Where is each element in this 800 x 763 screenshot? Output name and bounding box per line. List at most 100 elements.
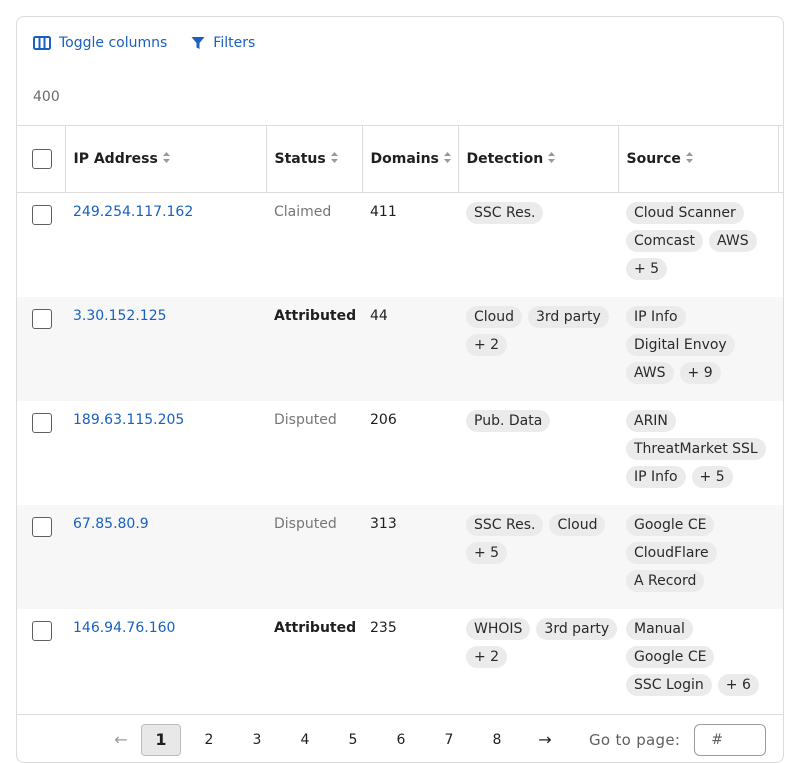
row-select-cell [17,297,65,401]
column-header-ip-label: IP Address [73,151,158,167]
domains-count: 44 [370,307,388,324]
toggle-columns-label: Toggle columns [59,35,168,51]
page-button-2[interactable]: 2 [189,724,229,756]
toggle-columns-button[interactable]: Toggle columns [33,35,167,51]
go-to-page-label: Go to page: [589,730,681,749]
table-scroll-area[interactable]: IP Address Status Domains Detection Sour… [17,125,783,713]
detection-cell: WHOIS 3rd party + 2 [458,609,618,713]
overflow-cell [778,505,783,609]
arrow-left-icon: ← [114,730,128,749]
page-button-1[interactable]: 1 [141,723,181,756]
ip-cell: 249.254.117.162 [65,193,266,297]
sort-icon[interactable] [330,151,338,167]
ip-address-link[interactable]: 189.63.115.205 [73,412,184,428]
domains-cell: 44 [362,297,458,401]
sort-icon[interactable] [548,151,556,167]
column-header-status[interactable]: Status [266,125,363,193]
filters-button[interactable]: Filters [191,35,255,51]
ip-address-link[interactable]: 249.254.117.162 [73,204,193,220]
page-button-7[interactable]: 7 [429,724,469,756]
detection-tags: Pub. Data [466,409,618,432]
domains-cell: 411 [362,193,458,297]
table-row[interactable]: 146.94.76.160 Attributed 235 WHOIS 3rd party… [17,609,783,713]
ip-cell: 146.94.76.160 [65,609,266,713]
previous-page-button[interactable]: ← [101,724,141,756]
status-text: Attributed [274,307,357,324]
domains-cell: 206 [362,401,458,505]
sort-icon[interactable] [685,151,693,167]
detection-tag: Pub. Data [466,409,551,432]
column-header-source-label: Source [626,151,681,167]
page-button-6[interactable]: 6 [381,724,421,756]
ip-address-link[interactable]: 3.30.152.125 [73,308,167,324]
domains-count: 206 [370,411,397,428]
status-cell: Attributed [266,609,362,713]
detection-tag: WHOIS [466,617,531,640]
page-button-4[interactable]: 4 [285,724,325,756]
domains-cell: 313 [362,505,458,609]
overflow-cell [778,401,783,505]
ip-address-link[interactable]: 67.85.80.9 [73,516,149,532]
status-text: Claimed [274,204,332,220]
status-cell: Disputed [266,505,362,609]
table-row[interactable]: 67.85.80.9 Disputed 313 SSC Res. Cloud + 5 Goo… [17,504,783,609]
source-tag: Manual [626,617,693,640]
filter-icon [191,36,205,50]
page-button-3[interactable]: 3 [237,724,277,756]
row-select-cell [17,401,65,505]
go-to-page-input[interactable] [694,723,767,756]
source-tags: Cloud Scanner Comcast AWS + 5 [626,202,778,280]
row-checkbox[interactable] [32,308,52,329]
table-toolbar: Toggle columns Filters [33,35,279,51]
source-tag: Google CE [626,645,715,668]
select-all-checkbox[interactable] [32,149,52,169]
overflow-cell [778,297,783,401]
detection-tags: SSC Res. [466,202,618,224]
overflow-cell [778,609,783,713]
detection-tags: WHOIS 3rd party + 2 [466,617,618,668]
ip-table: IP Address Status Domains Detection Sour… [17,125,783,713]
table-row[interactable]: 3.30.152.125 Attributed 44 Cloud 3rd party + … [17,296,783,401]
domains-count: 313 [370,515,397,532]
row-checkbox[interactable] [32,620,52,641]
detection-tag: + 5 [466,541,508,564]
source-tags: Manual Google CE SSC Login + 6 [626,617,778,696]
status-cell: Disputed [266,401,362,505]
ip-cell: 3.30.152.125 [65,297,266,401]
column-header-detection[interactable]: Detection [458,125,619,193]
column-header-source[interactable]: Source [618,125,779,193]
source-tag: + 6 [717,673,759,696]
status-cell: Claimed [266,193,362,297]
source-tags: Google CE CloudFlare A Record [626,513,778,592]
status-text: Disputed [274,411,337,428]
source-tag: CloudFlare [626,541,717,564]
detection-tag: 3rd party [528,305,609,328]
row-checkbox[interactable] [32,205,52,225]
sort-icon[interactable] [162,151,170,167]
source-cell: Cloud Scanner Comcast AWS + 5 [618,193,778,297]
row-checkbox[interactable] [32,516,52,537]
detection-tags: SSC Res. Cloud + 5 [466,513,618,564]
page-button-8[interactable]: 8 [477,724,517,756]
pagination-bar: ← 1 2 3 4 5 6 7 8 → Go to page: [17,714,783,762]
next-page-button[interactable]: → [525,724,565,756]
column-header-domains[interactable]: Domains [362,125,459,193]
source-cell: Manual Google CE SSC Login + 6 [618,609,778,713]
row-checkbox[interactable] [32,412,52,433]
source-tag: Google CE [626,513,715,536]
column-header-domains-label: Domains [370,151,439,167]
table-row[interactable]: 249.254.117.162 Claimed 411 SSC Res. Cloud S… [17,193,783,297]
column-header-detection-label: Detection [466,151,544,167]
page-button-5[interactable]: 5 [333,724,373,756]
source-cell: Google CE CloudFlare A Record [618,505,778,609]
table-row[interactable]: 189.63.115.205 Disputed 206 Pub. Data ARIN Th… [17,401,783,505]
domains-cell: 235 [362,609,458,713]
sort-icon[interactable] [443,151,451,167]
domains-count: 235 [370,619,397,636]
column-header-ip[interactable]: IP Address [65,125,267,193]
ip-address-link[interactable]: 146.94.76.160 [73,620,175,636]
status-text: Attributed [274,619,357,636]
row-select-cell [17,193,65,297]
source-tags: ARIN ThreatMarket SSL IP Info + 5 [626,409,778,488]
source-tag: ThreatMarket SSL [626,437,766,460]
